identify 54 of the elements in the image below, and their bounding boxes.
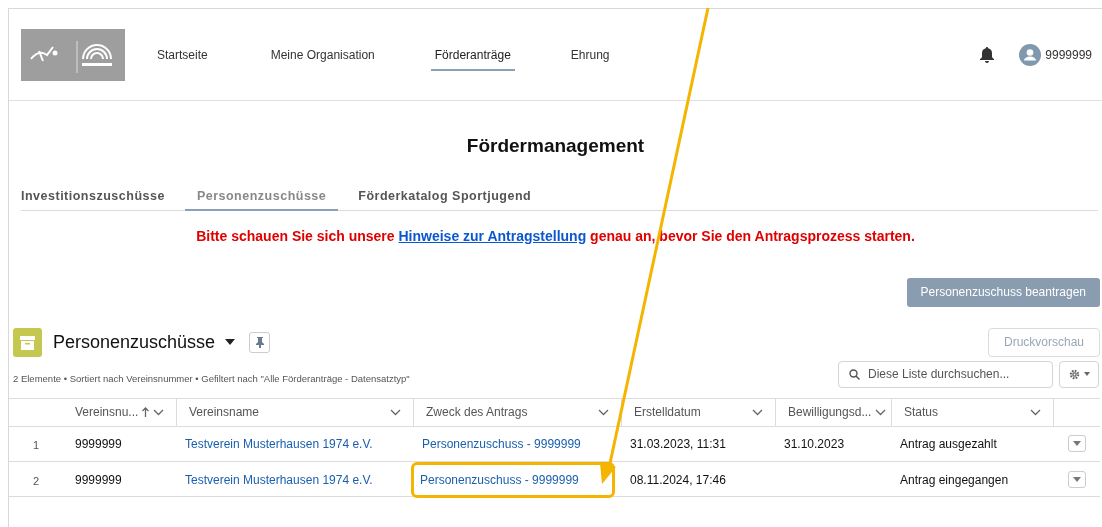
page-title: Fördermanagement	[465, 134, 646, 158]
record-link[interactable]: Testverein Musterhausen 1974 e.V.	[185, 470, 373, 489]
row-number: 2	[31, 474, 41, 490]
column-header[interactable]: Status	[904, 403, 939, 421]
column-header[interactable]: Vereinsnu...	[75, 403, 139, 421]
nav-link[interactable]: Startseite	[153, 45, 212, 71]
column-header[interactable]: Zweck des Antrags	[426, 403, 528, 421]
caret-icon	[1083, 372, 1090, 376]
table-cell-text: 9999999	[75, 471, 122, 489]
settings-icon	[1068, 368, 1080, 380]
column-header[interactable]: Vereinsname	[189, 403, 260, 421]
chevron-down-icon[interactable]	[752, 408, 763, 416]
chevron-down-icon[interactable]	[390, 408, 401, 416]
column-header[interactable]: Bewilligungsd...	[788, 403, 872, 421]
chevron-down-icon[interactable]	[1030, 408, 1041, 416]
nav-link[interactable]: Meine Organisation	[266, 45, 379, 71]
record-link[interactable]: Personenzuschuss - 9999999	[422, 434, 581, 453]
table-cell-text: Antrag ausgezahlt	[900, 435, 997, 453]
row-actions-button[interactable]	[1068, 435, 1086, 452]
pin-button[interactable]	[249, 331, 271, 353]
caret-icon	[1073, 477, 1081, 482]
sort-arrow-icon[interactable]	[142, 407, 150, 417]
record-link[interactable]: Testverein Musterhausen 1974 e.V.	[185, 434, 373, 453]
search-icon	[849, 368, 860, 380]
pin-icon	[255, 336, 264, 348]
user-name[interactable]: 9999999	[1045, 45, 1092, 64]
table-cell-text: 31.03.2023, 11:31	[630, 435, 726, 453]
list-title[interactable]: Personenzuschüsse	[53, 328, 216, 356]
table-cell-text: 9999999	[75, 435, 122, 453]
table-cell-text: 31.10.2023	[784, 435, 845, 453]
chevron-down-icon[interactable]	[875, 408, 887, 416]
instruction-notice: Bitte schauen Sie sich unsere Hinweise zur Antragstellung genau an, bevor Sie den Antragsprozess starten.	[195, 226, 916, 246]
search-field[interactable]: Diese Liste durchsuchen...	[838, 360, 1053, 388]
archive-icon	[13, 327, 42, 357]
column-header[interactable]: Erstelldatum	[634, 403, 701, 421]
row-number: 1	[31, 438, 41, 454]
tab[interactable]: Förderkatalog Sportjugend	[346, 184, 544, 211]
notification-bell-icon[interactable]	[979, 46, 996, 63]
table-cell-text: 08.11.2024, 17:46	[630, 471, 726, 489]
table-cell-text: Antrag eingegangen	[900, 471, 1009, 489]
tab[interactable]: Investitionszuschüsse	[21, 184, 177, 211]
caret-icon	[1073, 441, 1081, 446]
row-actions-button[interactable]	[1068, 471, 1086, 488]
avatar-icon[interactable]	[1019, 43, 1042, 66]
chevron-down-icon[interactable]	[153, 408, 165, 416]
record-link[interactable]: Personenzuschuss - 9999999	[420, 470, 579, 489]
nav-link[interactable]: Ehrung	[566, 45, 614, 71]
caret-icon[interactable]	[225, 339, 236, 345]
chevron-down-icon[interactable]	[598, 408, 609, 416]
list-info: 2 Elemente • Sortiert nach Vereinsnummer • Gefiltert nach "Alle Förderanträge - Datensatztyp"	[13, 372, 410, 387]
nav-link[interactable]: Förderanträge	[430, 45, 515, 71]
settings-button[interactable]	[1059, 360, 1099, 388]
link[interactable]: Hinweise zur Antragstellung	[398, 227, 587, 244]
tab[interactable]: Personenzuschüsse	[184, 184, 339, 211]
